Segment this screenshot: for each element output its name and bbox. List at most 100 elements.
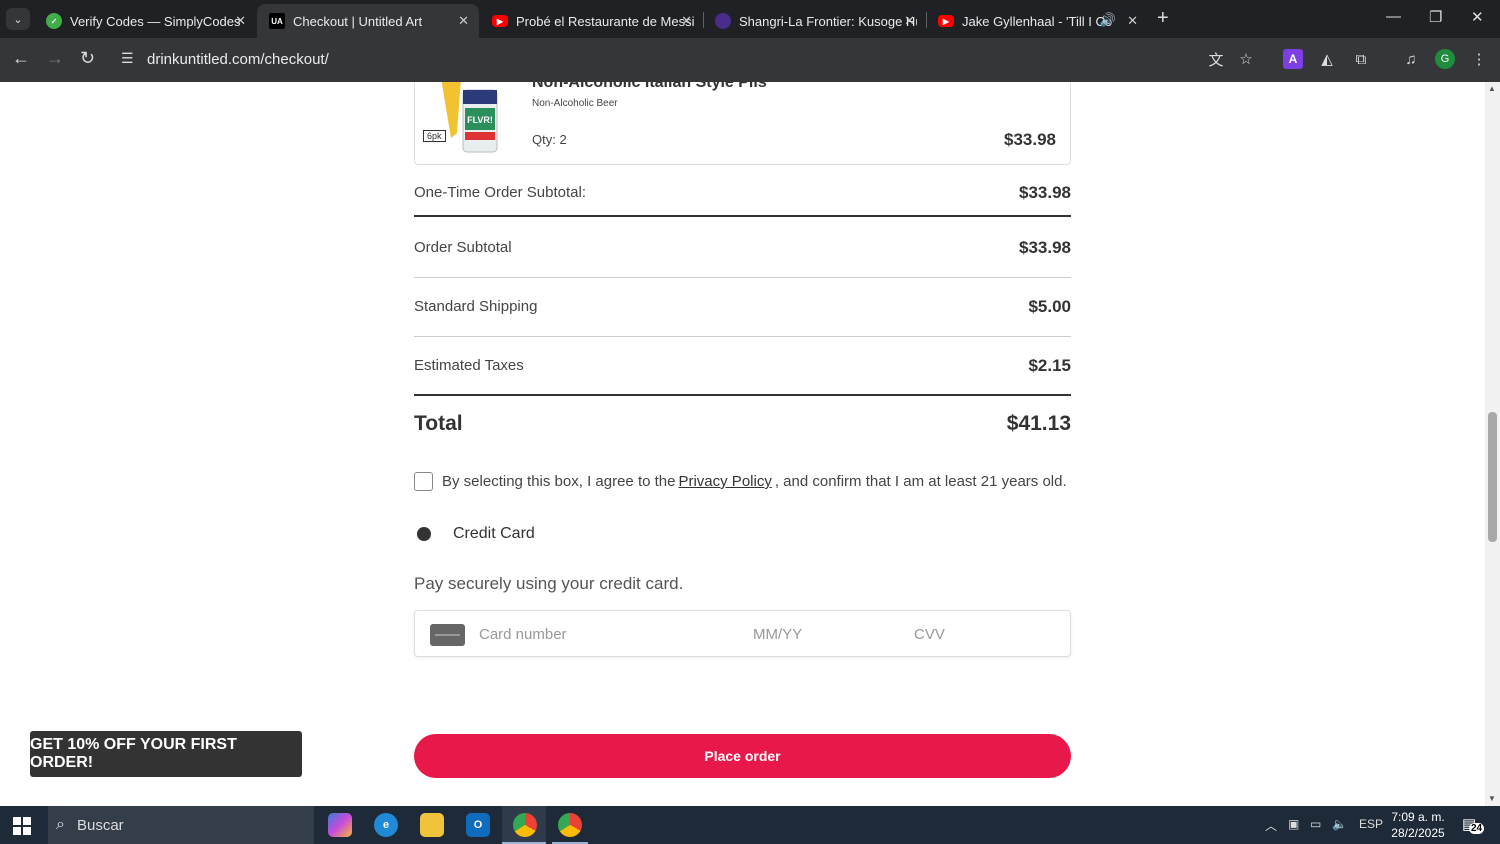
promo-banner-button[interactable]: GET 10% OFF YOUR FIRST ORDER! [30, 731, 302, 777]
extensions-puzzle-icon[interactable]: ⧉ [1351, 49, 1371, 69]
divider [414, 215, 1071, 217]
tab-youtube-jake[interactable]: ▶ Jake Gyllenhaal - 'Till I Colla 🔊 ✕ [926, 4, 1148, 38]
profile-avatar[interactable]: G [1435, 49, 1455, 69]
simplycodes-favicon-icon: ✓ [46, 13, 62, 29]
bookmark-star-icon[interactable]: ☆ [1236, 49, 1256, 69]
windows-start-icon[interactable] [13, 817, 31, 835]
url-text[interactable]: drinkuntitled.com/checkout/ [147, 51, 329, 68]
order-subtotal-row: Order Subtotal $33.98 [414, 238, 1071, 257]
taxes-label: Estimated Taxes [414, 357, 524, 374]
scrollbar-thumb[interactable] [1488, 412, 1497, 542]
browser-toolbar: ← → ↻ ☰ drinkuntitled.com/checkout/ 文 ☆ … [0, 38, 1500, 82]
file-explorer-icon[interactable] [420, 813, 444, 837]
outlook-icon[interactable]: O [466, 813, 490, 837]
chrome-profile-a-icon[interactable] [558, 813, 582, 837]
credit-card-icon [430, 624, 465, 646]
agreement-text-after: , and confirm that I am at least 21 year… [774, 473, 1067, 490]
credit-card-label: Credit Card [453, 525, 535, 542]
shipping-label: Standard Shipping [414, 298, 538, 315]
close-tab-icon[interactable]: ✕ [458, 13, 469, 29]
minimize-window-button[interactable]: — [1386, 8, 1401, 25]
tab-simplycodes[interactable]: ✓ Verify Codes — SimplyCodes ✕ [34, 4, 256, 38]
total-value: $41.13 [1006, 412, 1071, 435]
close-tab-icon[interactable]: ✕ [235, 13, 246, 29]
scroll-up-arrow-icon[interactable]: ▲ [1488, 84, 1496, 93]
cvv-input[interactable]: CVV [914, 626, 945, 643]
clock-time: 7:09 a. m. [1391, 810, 1445, 824]
privacy-policy-link[interactable]: Privacy Policy [678, 473, 771, 490]
scroll-down-arrow-icon[interactable]: ▼ [1488, 794, 1496, 803]
media-control-icon[interactable]: ♫ [1401, 49, 1421, 69]
tab-title: Shangri-La Frontier: Kusoge Hu [739, 13, 917, 29]
divider [414, 277, 1071, 278]
card-number-input[interactable]: Card number [479, 626, 567, 643]
shipping-value: $5.00 [1028, 297, 1071, 316]
tab-title: Checkout | Untitled Art [293, 13, 423, 29]
taskbar-search-box[interactable]: ⌕ Buscar [48, 806, 314, 844]
audio-playing-icon[interactable]: 🔊 [1100, 12, 1116, 28]
network-icon[interactable]: ▭ [1310, 817, 1321, 831]
total-row: Total $41.13 [414, 412, 1071, 436]
tab-title: Jake Gyllenhaal - 'Till I Colla [962, 13, 1112, 29]
divider [414, 394, 1071, 396]
place-order-button[interactable]: Place order [414, 734, 1071, 778]
product-quantity: Qty: 2 [532, 132, 567, 147]
address-bar[interactable]: ☰ drinkuntitled.com/checkout/ [110, 44, 1270, 76]
close-tab-icon[interactable]: ✕ [1127, 13, 1138, 29]
youtube-favicon-icon: ▶ [938, 15, 954, 27]
meet-now-icon[interactable]: ▣ [1288, 817, 1299, 831]
tab-search-button[interactable]: ⌄ [6, 8, 30, 30]
can-brand-text: FLVR! [467, 115, 493, 125]
one-time-subtotal-row: One-Time Order Subtotal: $33.98 [414, 183, 1071, 202]
shipping-row: Standard Shipping $5.00 [414, 297, 1071, 316]
input-language-indicator[interactable]: ESP [1359, 817, 1383, 831]
tab-shangri-la[interactable]: Shangri-La Frontier: Kusoge Hu ✕ [703, 4, 925, 38]
tab-checkout[interactable]: UA Checkout | Untitled Art ✕ [257, 4, 479, 38]
pack-size-badge: 6pk [423, 130, 446, 142]
chrome-profile-g-icon[interactable] [513, 813, 537, 837]
agreement-text-before: By selecting this box, I agree to the [442, 473, 676, 490]
browser-tab-strip: ⌄ ✓ Verify Codes — SimplyCodes ✕ UA Chec… [0, 0, 1500, 38]
edge-icon[interactable]: e [374, 813, 398, 837]
cart-item: FLVR! 6pk Non-Alcoholic Italian Style Pi… [414, 82, 1071, 165]
taxes-value: $2.15 [1028, 356, 1071, 375]
system-clock[interactable]: 7:09 a. m. 28/2/2025 [1385, 809, 1451, 841]
one-time-subtotal-value: $33.98 [1019, 183, 1071, 202]
notification-count-badge: 24 [1469, 823, 1485, 834]
tab-title: Probé el Restaurante de Messi e [516, 13, 694, 29]
forward-button[interactable]: → [46, 48, 64, 69]
windows-taskbar: ⌕ Buscar e O ︿ ▣ ▭ 🔈 ESP 7:09 a. m. 28/2… [0, 806, 1500, 844]
total-label: Total [414, 412, 463, 435]
translate-icon[interactable]: 文 [1206, 49, 1226, 69]
checkout-page: FLVR! 6pk Non-Alcoholic Italian Style Pi… [0, 82, 1485, 806]
expiry-input[interactable]: MM/YY [753, 626, 802, 643]
page-scrollbar[interactable]: ▲ ▼ [1485, 82, 1500, 806]
back-button[interactable]: ← [12, 48, 30, 69]
close-tab-icon[interactable]: ✕ [681, 13, 692, 29]
site-info-icon[interactable]: ☰ [121, 50, 134, 67]
taxes-row: Estimated Taxes $2.15 [414, 356, 1071, 375]
notification-center-icon[interactable]: ▤ 24 [1462, 815, 1486, 835]
taskbar-search-label: Buscar [76, 816, 124, 834]
extension-a-icon[interactable]: A [1283, 49, 1303, 69]
order-subtotal-label: Order Subtotal [414, 239, 512, 256]
search-icon: ⌕ [56, 816, 65, 833]
product-price: $33.98 [1004, 130, 1056, 149]
credit-card-radio[interactable] [417, 527, 431, 541]
untitled-art-favicon-icon: UA [269, 13, 285, 29]
agreement-checkbox[interactable] [414, 472, 433, 491]
close-tab-icon[interactable]: ✕ [904, 13, 915, 29]
show-hidden-icons-chevron-icon[interactable]: ︿ [1265, 817, 1277, 834]
tab-youtube-messi[interactable]: ▶ Probé el Restaurante de Messi e ✕ [480, 4, 702, 38]
reload-button[interactable]: ↻ [80, 48, 95, 69]
restore-window-button[interactable]: ❐ [1429, 8, 1442, 26]
new-tab-button[interactable]: + [1157, 7, 1169, 30]
credit-card-option[interactable]: Credit Card [417, 525, 535, 543]
tab-title: Verify Codes — SimplyCodes [70, 13, 241, 29]
close-window-button[interactable]: ✕ [1471, 8, 1484, 26]
extension-bird-icon[interactable]: ◭ [1317, 49, 1337, 69]
copilot-icon[interactable] [328, 813, 352, 837]
one-time-subtotal-label: One-Time Order Subtotal: [414, 184, 587, 201]
volume-icon[interactable]: 🔈 [1332, 817, 1347, 831]
browser-menu-icon[interactable]: ⋮ [1469, 49, 1489, 69]
